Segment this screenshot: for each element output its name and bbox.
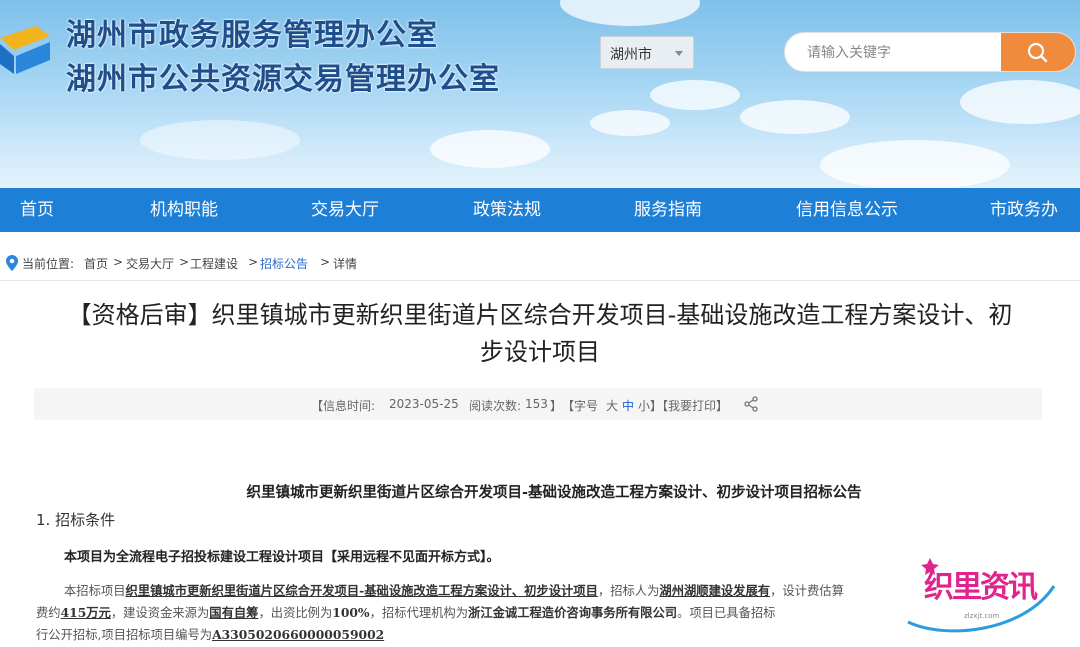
breadcrumb-label: 当前位置: [22, 257, 75, 271]
nav-trading-hall[interactable]: 交易大厅 [311, 188, 379, 232]
watermark: 织里资讯 zlzxjt.com [900, 552, 1060, 640]
font-size-medium[interactable]: 中 [622, 397, 634, 414]
nav-service-guide[interactable]: 服务指南 [634, 188, 702, 232]
article-info-bar: 【信息时间: 2023-05-25 阅读次数: 153 】 【字号 大 中 小 … [34, 388, 1042, 420]
site-title-line2: 湖州市公共资源交易管理办公室 [66, 62, 500, 97]
watermark-url: zlzxjt.com [964, 612, 1000, 620]
chevron-down-icon [675, 51, 683, 56]
text: ，建设资金来源为 [110, 606, 210, 620]
text: ，招标代理机构为 [369, 606, 469, 620]
paragraph-electronic-bidding: 本项目为全流程电子招投标建设工程设计项目【采用远程不见面开标方式】。 [64, 550, 500, 565]
font-size-large[interactable]: 大 [606, 397, 618, 414]
article-title-line1: 【资格后审】织里镇城市更新织里街道片区综合开发项目-基础设施改造工程方案设计、初 [67, 301, 1013, 329]
breadcrumb-trading-hall[interactable]: 交易大厅 [126, 255, 174, 272]
section-heading: 1. 招标条件 [36, 511, 116, 529]
search-button[interactable] [1001, 33, 1075, 71]
article-title: 【资格后审】织里镇城市更新织里街道片区综合开发项目-基础设施改造工程方案设计、初… [20, 297, 1060, 371]
project-code: A3305020660000059002 [212, 627, 385, 642]
notice-title: 织里镇城市更新织里街道片区综合开发项目-基础设施改造工程方案设计、初步设计项目招… [246, 484, 862, 501]
breadcrumb-home[interactable]: 首页 [84, 255, 108, 272]
paragraph-project: 本招标项目织里镇城市更新织里街道片区综合开发项目-基础设施改造工程方案设计、初步… [64, 581, 844, 599]
location-pin-icon [6, 255, 18, 271]
nav-city-office[interactable]: 市政务办 [990, 188, 1058, 232]
site-title-line1: 湖州市政务服务管理办公室 [66, 18, 438, 53]
city-select[interactable]: 湖州市 [600, 36, 694, 69]
breadcrumb-engineering[interactable]: 工程建设 [190, 255, 238, 272]
site-header: 湖州市政务服务管理办公室 湖州市公共资源交易管理办公室 湖州市 [0, 0, 1080, 188]
search-box [784, 32, 1076, 72]
watermark-text: 织里资讯 [924, 570, 1038, 605]
breadcrumb-tender-notice[interactable]: 招标公告 [260, 255, 308, 272]
article-title-line2: 步设计项目 [480, 338, 600, 366]
breadcrumb-current: 详情 [333, 257, 358, 271]
nav-policies[interactable]: 政策法规 [473, 188, 541, 232]
info-bracket: 】 [550, 399, 563, 413]
design-fee: 415万元 [60, 605, 111, 620]
agency-name: 浙江金诚工程造价咨询事务所有限公司 [468, 605, 678, 620]
font-size-label: 【字号 [562, 399, 599, 413]
breadcrumb-separator: > [179, 255, 190, 269]
divider [0, 280, 1080, 281]
breadcrumb-separator: > [113, 255, 124, 269]
text: 费约 [36, 606, 61, 620]
info-views-label: 阅读次数: [469, 399, 522, 413]
breadcrumb-separator: > [248, 255, 259, 269]
main-nav: 首页 机构职能 交易大厅 政策法规 服务指南 信用信息公示 市政务办 [0, 188, 1080, 232]
tenderer-name: 湖州湖顺建设发展有 [659, 583, 771, 598]
text: 行公开招标,项目招标项目编号为 [36, 628, 213, 642]
share-icon[interactable] [744, 396, 758, 412]
site-logo [0, 26, 50, 74]
nav-credit-info[interactable]: 信用信息公示 [796, 188, 898, 232]
info-views: 153 [525, 397, 548, 411]
text: 本招标项目 [64, 584, 126, 598]
nav-organization[interactable]: 机构职能 [150, 188, 218, 232]
breadcrumb-separator: > [320, 255, 331, 269]
text: 。项目已具备招标 [677, 606, 776, 620]
search-input[interactable] [805, 42, 989, 64]
font-size-small[interactable]: 小 [638, 397, 650, 414]
info-date: 2023-05-25 [389, 397, 459, 411]
nav-home[interactable]: 首页 [20, 188, 54, 232]
project-name: 织里镇城市更新织里街道片区综合开发项目-基础设施改造工程方案设计、初步设计项目 [125, 583, 598, 598]
search-icon [1027, 42, 1048, 63]
funding-source: 国有自筹 [209, 605, 259, 620]
site-title: 湖州市政务服务管理办公室 湖州市公共资源交易管理办公室 [66, 14, 500, 102]
text: ，出资比例为 [258, 606, 333, 620]
print-button[interactable]: 】【我要打印】 [650, 397, 728, 414]
paragraph-project-code: 行公开招标,项目招标项目编号为A3305020660000059002 [36, 625, 384, 643]
info-date-label: 【信息时间: [311, 399, 376, 413]
city-select-value: 湖州市 [610, 47, 652, 63]
funding-ratio: 100% [332, 605, 370, 620]
paragraph-funding: 费约415万元，建设资金来源为国有自筹，出资比例为100%，招标代理机构为浙江金… [36, 603, 775, 621]
text: ，招标人为 [597, 584, 660, 598]
text: ，设计费估算 [770, 584, 844, 598]
